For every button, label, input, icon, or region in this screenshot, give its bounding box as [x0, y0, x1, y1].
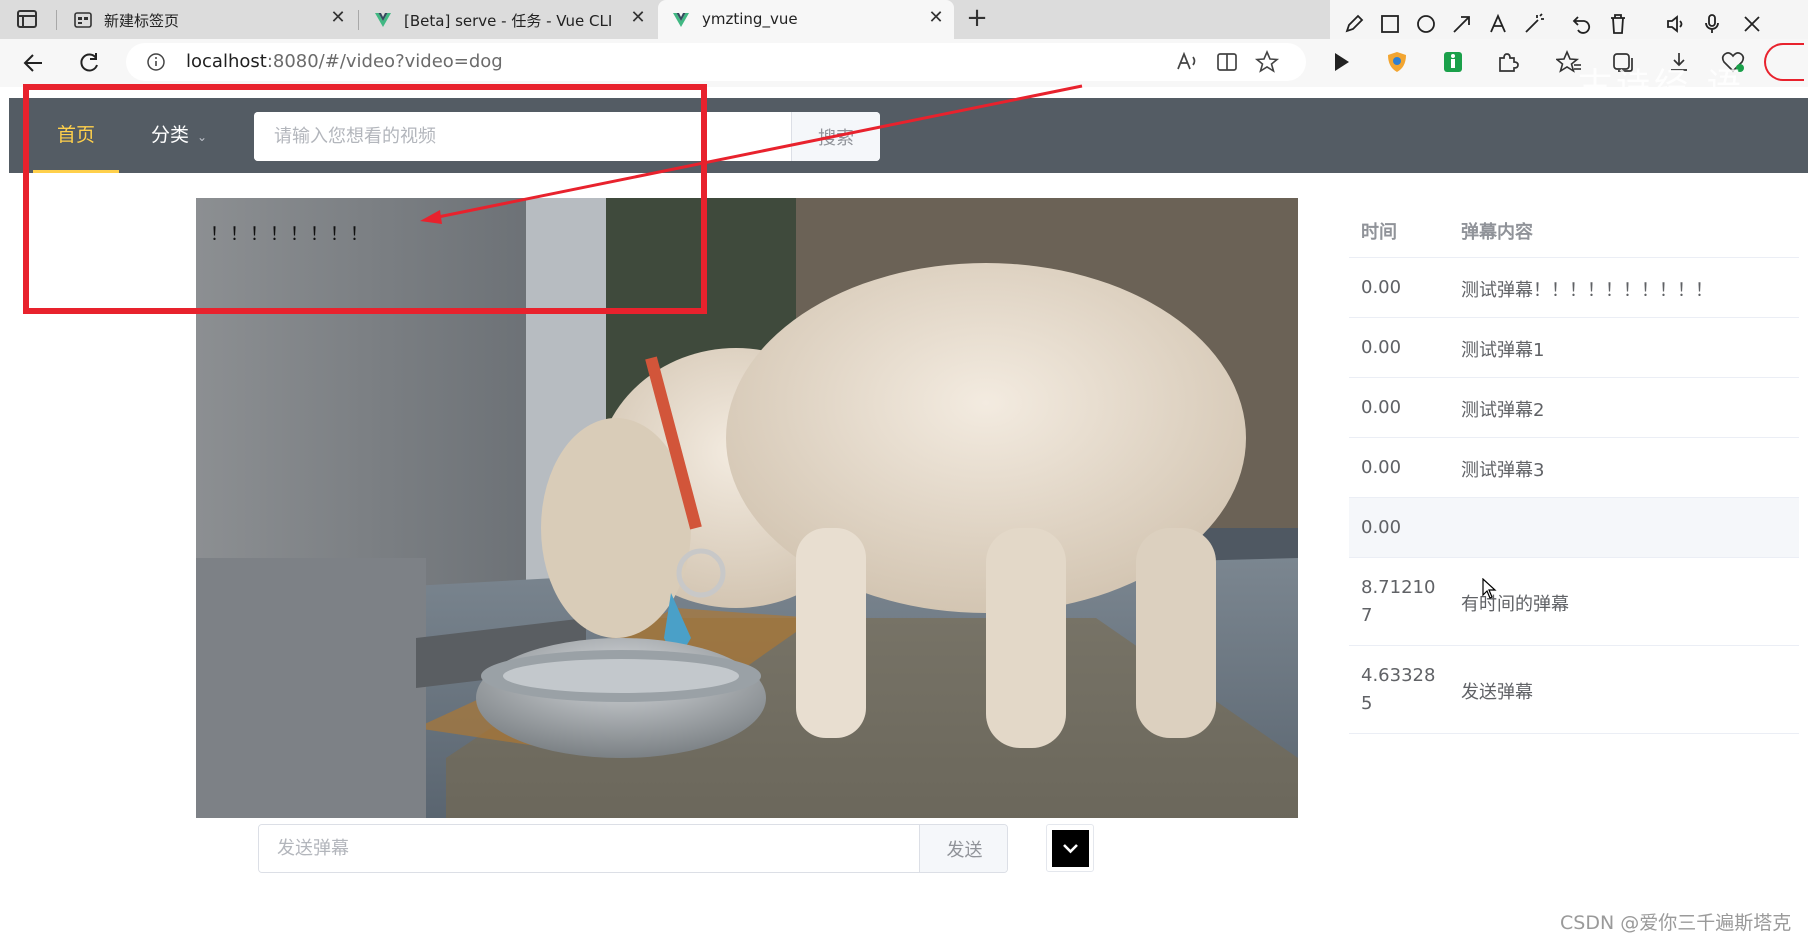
extension-shield-icon[interactable] — [1384, 49, 1410, 75]
undo-icon[interactable] — [1570, 12, 1594, 36]
danmaku-input[interactable] — [259, 825, 919, 872]
cell-content: 测试弹幕3 — [1461, 460, 1545, 481]
url-host: localhost — [186, 51, 267, 72]
cell-time: 8.712107 — [1361, 577, 1436, 626]
column-header-time: 时间 — [1361, 222, 1397, 243]
address-bar[interactable]: localhost:8080/#/video?video=dog — [126, 43, 1306, 81]
close-toolbar-icon[interactable] — [1740, 12, 1764, 36]
cell-time: 0.00 — [1361, 277, 1402, 298]
reload-icon[interactable] — [75, 49, 103, 77]
tab-title: 新建标签页 — [104, 12, 180, 30]
read-aloud-icon[interactable] — [1174, 49, 1200, 75]
arrow-tool-icon[interactable] — [1450, 12, 1474, 36]
url-path: :8080/#/video?video=dog — [266, 51, 503, 72]
pen-icon[interactable] — [1342, 12, 1366, 36]
table-header-row: 时间 弹幕内容 — [1349, 198, 1799, 258]
new-tab-page-icon — [74, 11, 92, 29]
browser-tab[interactable]: 新建标签页 ✕ — [60, 0, 356, 39]
extension-green-icon[interactable] — [1440, 49, 1466, 75]
text-tool-icon[interactable] — [1486, 12, 1510, 36]
dropdown-toggle[interactable] — [1052, 830, 1089, 867]
new-tab-icon[interactable]: + — [962, 4, 992, 34]
magic-wand-icon[interactable] — [1522, 12, 1546, 36]
tab-separator — [358, 10, 359, 30]
cell-time: 0.00 — [1361, 517, 1402, 538]
table-row[interactable]: 0.00 测试弹幕1 — [1349, 318, 1799, 378]
send-button[interactable]: 发送 — [919, 825, 1007, 872]
tab-title: ymzting_vue — [702, 10, 798, 28]
table-row[interactable]: 0.00 测试弹幕！！！！！！！！！！ — [1349, 258, 1799, 318]
tab-separator — [56, 10, 57, 30]
table-row[interactable]: 4.633285 发送弹幕 — [1349, 646, 1799, 734]
speaker-icon[interactable] — [1664, 12, 1688, 36]
microphone-icon[interactable] — [1700, 12, 1724, 36]
address-bar-row: localhost:8080/#/video?video=dog — [0, 39, 1808, 87]
cell-time: 0.00 — [1361, 397, 1402, 418]
table-row[interactable]: 8.712107 有时间的弹幕 — [1349, 558, 1799, 646]
vue-logo-icon — [374, 11, 392, 29]
circle-icon[interactable] — [1414, 12, 1438, 36]
cell-time: 4.633285 — [1361, 665, 1436, 714]
send-danmaku-box: 发送 — [258, 824, 1008, 873]
cell-content: 发送弹幕 — [1461, 682, 1533, 703]
play-icon[interactable] — [1328, 49, 1354, 75]
csdn-watermark: CSDN @爱你三千遍斯塔克 — [1560, 912, 1792, 934]
site-info-icon[interactable] — [146, 52, 166, 72]
table-row-hovered[interactable]: 0.00 — [1349, 498, 1799, 558]
cell-content: 测试弹幕1 — [1461, 340, 1545, 361]
cell-time: 0.00 — [1361, 337, 1402, 358]
url-text[interactable]: localhost:8080/#/video?video=dog — [186, 51, 503, 72]
tab-title: [Beta] serve - 任务 - Vue CLI — [404, 12, 613, 30]
table-row[interactable]: 0.00 测试弹幕3 — [1349, 438, 1799, 498]
browser-tab[interactable]: [Beta] serve - 任务 - Vue CLI ✕ — [360, 0, 656, 39]
close-tab-icon[interactable]: ✕ — [328, 8, 348, 28]
browser-tab-active[interactable]: ymzting_vue ✕ — [658, 0, 954, 39]
cell-content: 测试弹幕2 — [1461, 400, 1545, 421]
delete-icon[interactable] — [1606, 12, 1630, 36]
danmaku-options-dropdown[interactable] — [1046, 824, 1094, 872]
annotation-rectangle — [23, 84, 707, 314]
rectangle-icon[interactable] — [1378, 12, 1402, 36]
table-row[interactable]: 0.00 测试弹幕2 — [1349, 378, 1799, 438]
extensions-puzzle-icon[interactable] — [1494, 49, 1520, 75]
mouse-cursor-icon — [1482, 578, 1497, 599]
cell-content: 有时间的弹幕 — [1461, 594, 1569, 615]
back-icon[interactable] — [20, 49, 48, 77]
close-tab-icon[interactable]: ✕ — [926, 8, 946, 28]
cell-time: 0.00 — [1361, 457, 1402, 478]
favorite-add-icon[interactable] — [1254, 49, 1280, 75]
column-header-content: 弹幕内容 — [1461, 222, 1533, 243]
chevron-down-icon — [1063, 844, 1078, 854]
cell-content: 测试弹幕！！！！！！！！！！ — [1461, 280, 1713, 301]
split-screen-icon[interactable] — [1214, 49, 1240, 75]
profile-button[interactable] — [1764, 43, 1804, 81]
vue-logo-icon — [672, 11, 690, 29]
tab-actions-icon[interactable] — [14, 7, 40, 31]
search-button[interactable]: 搜索 — [791, 112, 880, 161]
close-tab-icon[interactable]: ✕ — [628, 8, 648, 28]
